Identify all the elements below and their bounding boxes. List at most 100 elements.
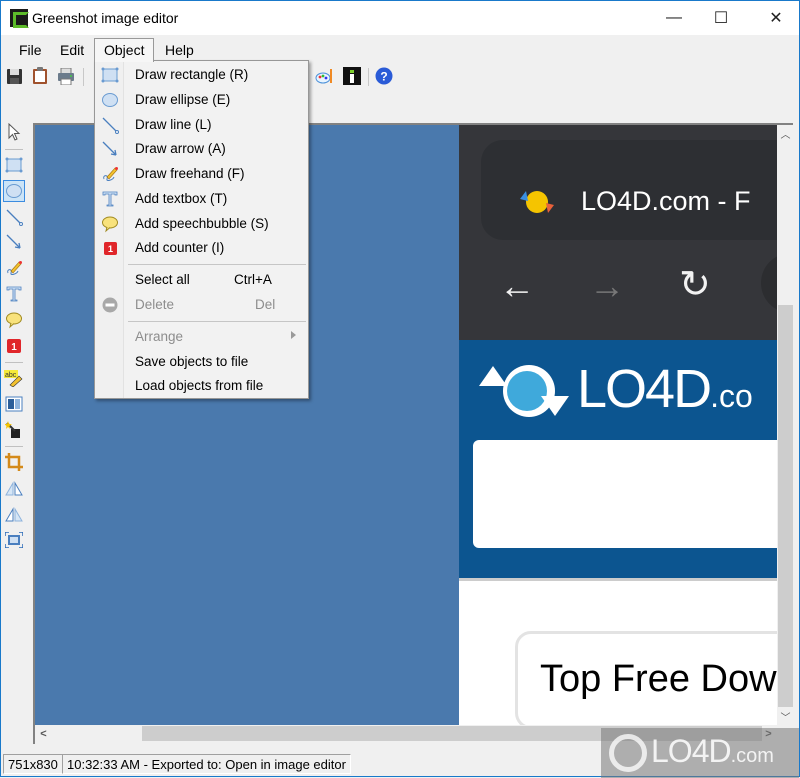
tool-ellipse[interactable] bbox=[3, 180, 25, 202]
palette-icon bbox=[315, 69, 332, 84]
tool-resize[interactable] bbox=[3, 529, 25, 551]
image-dimensions: 751x830 bbox=[3, 754, 63, 774]
menu-item-delete[interactable]: Delete Del bbox=[97, 293, 306, 317]
menu-item-draw-line[interactable]: Draw line (L) bbox=[97, 113, 306, 137]
browser-chrome: LO4D.com - F ← → ↻ bbox=[459, 125, 777, 340]
top-downloads-heading: Top Free Dow bbox=[540, 658, 777, 700]
tool-crop[interactable] bbox=[3, 451, 25, 473]
submenu-arrow-icon bbox=[291, 331, 296, 339]
info-icon bbox=[343, 67, 361, 85]
lo4d-logo-icon bbox=[479, 365, 569, 417]
lo4d-watermark: LO4D.com bbox=[601, 728, 799, 778]
menu-item-add-textbox[interactable]: Add textbox (T) bbox=[97, 187, 306, 211]
tool-speechbubble[interactable] bbox=[3, 309, 25, 331]
maximize-button[interactable]: ☐ bbox=[698, 1, 744, 35]
screenshot-image: LO4D.com - F ← → ↻ LO4D.co Top Free Dow bbox=[459, 125, 777, 725]
menu-item-draw-rectangle[interactable]: Draw rectangle (R) bbox=[97, 63, 306, 87]
lo4d-logo-text: LO4D.co bbox=[577, 358, 753, 420]
menu-item-draw-freehand[interactable]: Draw freehand (F) bbox=[97, 162, 306, 186]
menu-edit[interactable]: Edit bbox=[52, 40, 92, 62]
toolbar-separator bbox=[368, 68, 369, 86]
watermark-logo-icon bbox=[609, 734, 647, 772]
help-icon: ? bbox=[375, 67, 393, 85]
speechbubble-icon bbox=[6, 312, 22, 329]
menu-item-save-objects[interactable]: Save objects to file bbox=[97, 350, 306, 374]
greenshot-app-icon bbox=[10, 9, 29, 28]
site-header: LO4D.co bbox=[459, 340, 777, 578]
menu-item-label: Draw ellipse (E) bbox=[135, 92, 231, 107]
menu-item-add-speechbubble[interactable]: Add speechbubble (S) bbox=[97, 212, 306, 236]
tool-rectangle[interactable] bbox=[3, 154, 25, 176]
vertical-scroll-thumb[interactable] bbox=[778, 305, 793, 707]
menu-item-arrange[interactable]: Arrange bbox=[97, 325, 306, 349]
rotate-clockwise-icon bbox=[5, 481, 23, 496]
menu-item-label: Draw line (L) bbox=[135, 117, 212, 132]
menu-help[interactable]: Help bbox=[157, 40, 202, 62]
save-button[interactable] bbox=[4, 66, 24, 86]
tool-obfuscate[interactable] bbox=[3, 393, 25, 415]
print-button[interactable] bbox=[56, 66, 76, 86]
forward-arrow-icon: → bbox=[589, 265, 625, 306]
tool-counter[interactable]: 1 bbox=[3, 335, 25, 357]
tool-separator bbox=[5, 446, 23, 447]
tool-select[interactable] bbox=[3, 121, 25, 143]
drawing-tools: 1 abc bbox=[1, 119, 29, 559]
menu-item-label: Draw freehand (F) bbox=[135, 166, 245, 181]
scroll-down-icon[interactable]: ﹀ bbox=[777, 708, 794, 725]
tool-arrow[interactable] bbox=[3, 231, 25, 253]
scroll-left-icon[interactable]: < bbox=[35, 725, 52, 742]
rectangle-icon bbox=[101, 67, 119, 83]
delete-icon bbox=[102, 297, 118, 313]
print-icon bbox=[58, 67, 74, 85]
line-icon bbox=[102, 117, 119, 134]
crop-icon bbox=[5, 453, 23, 471]
help-button[interactable]: ? bbox=[374, 66, 394, 86]
menu-item-label: Add speechbubble (S) bbox=[135, 216, 269, 231]
logo-main-text: LO4D bbox=[577, 359, 712, 419]
resize-icon bbox=[5, 532, 23, 548]
minimize-button[interactable]: — bbox=[651, 1, 697, 35]
tool-separator bbox=[5, 362, 23, 363]
browser-address-circle bbox=[761, 253, 777, 313]
greenshot-editor-window: Greenshot image editor — ☐ ✕ File Edit O… bbox=[0, 0, 800, 778]
minimize-icon: — bbox=[666, 9, 682, 26]
rotate-counterclockwise-icon bbox=[5, 507, 23, 522]
menu-item-load-objects[interactable]: Load objects from file bbox=[97, 374, 306, 398]
svg-text:1: 1 bbox=[107, 244, 112, 254]
tool-rotate-counterclockwise[interactable] bbox=[3, 503, 25, 525]
menu-item-draw-arrow[interactable]: Draw arrow (A) bbox=[97, 137, 306, 161]
browser-tab-title: LO4D.com - F bbox=[581, 186, 751, 216]
copy-to-clipboard-button[interactable] bbox=[30, 66, 50, 86]
clipboard-icon bbox=[33, 67, 47, 84]
tool-highlight[interactable]: abc bbox=[3, 367, 25, 389]
color-palette-button[interactable] bbox=[315, 66, 335, 86]
menu-item-label: Draw arrow (A) bbox=[135, 141, 226, 156]
scroll-up-icon[interactable]: ︿ bbox=[777, 125, 794, 142]
vertical-scrollbar[interactable]: ︿ ﹀ bbox=[777, 125, 794, 725]
menu-item-draw-ellipse[interactable]: Draw ellipse (E) bbox=[97, 88, 306, 112]
watermark-main: LO4D bbox=[651, 733, 732, 769]
ellipse-icon bbox=[6, 184, 22, 198]
tool-effects[interactable] bbox=[3, 419, 25, 441]
counter-icon: 1 bbox=[7, 339, 21, 353]
tool-rotate-clockwise[interactable] bbox=[3, 477, 25, 499]
ellipse-icon bbox=[102, 93, 118, 107]
menu-item-select-all[interactable]: Select all Ctrl+A bbox=[97, 268, 306, 292]
watermark-suffix: .com bbox=[730, 745, 774, 767]
close-button[interactable]: ✕ bbox=[753, 1, 799, 35]
menu-object[interactable]: Object bbox=[94, 38, 155, 62]
menu-item-add-counter[interactable]: 1 Add counter (I) bbox=[97, 236, 306, 260]
highlight-icon: abc bbox=[4, 370, 23, 387]
menu-file[interactable]: File bbox=[11, 40, 50, 62]
lo4d-favicon bbox=[520, 191, 554, 213]
svg-text:abc: abc bbox=[5, 372, 17, 379]
menu-item-shortcut: Del bbox=[255, 297, 276, 312]
menu-item-label: Save objects to file bbox=[135, 354, 249, 369]
svg-text:1: 1 bbox=[11, 342, 17, 353]
tool-line[interactable] bbox=[3, 206, 25, 228]
menu-item-label: Add textbox (T) bbox=[135, 191, 228, 206]
freehand-icon bbox=[103, 167, 118, 181]
info-button[interactable] bbox=[342, 66, 362, 86]
tool-freehand[interactable] bbox=[3, 257, 25, 279]
tool-textbox[interactable] bbox=[3, 283, 25, 305]
